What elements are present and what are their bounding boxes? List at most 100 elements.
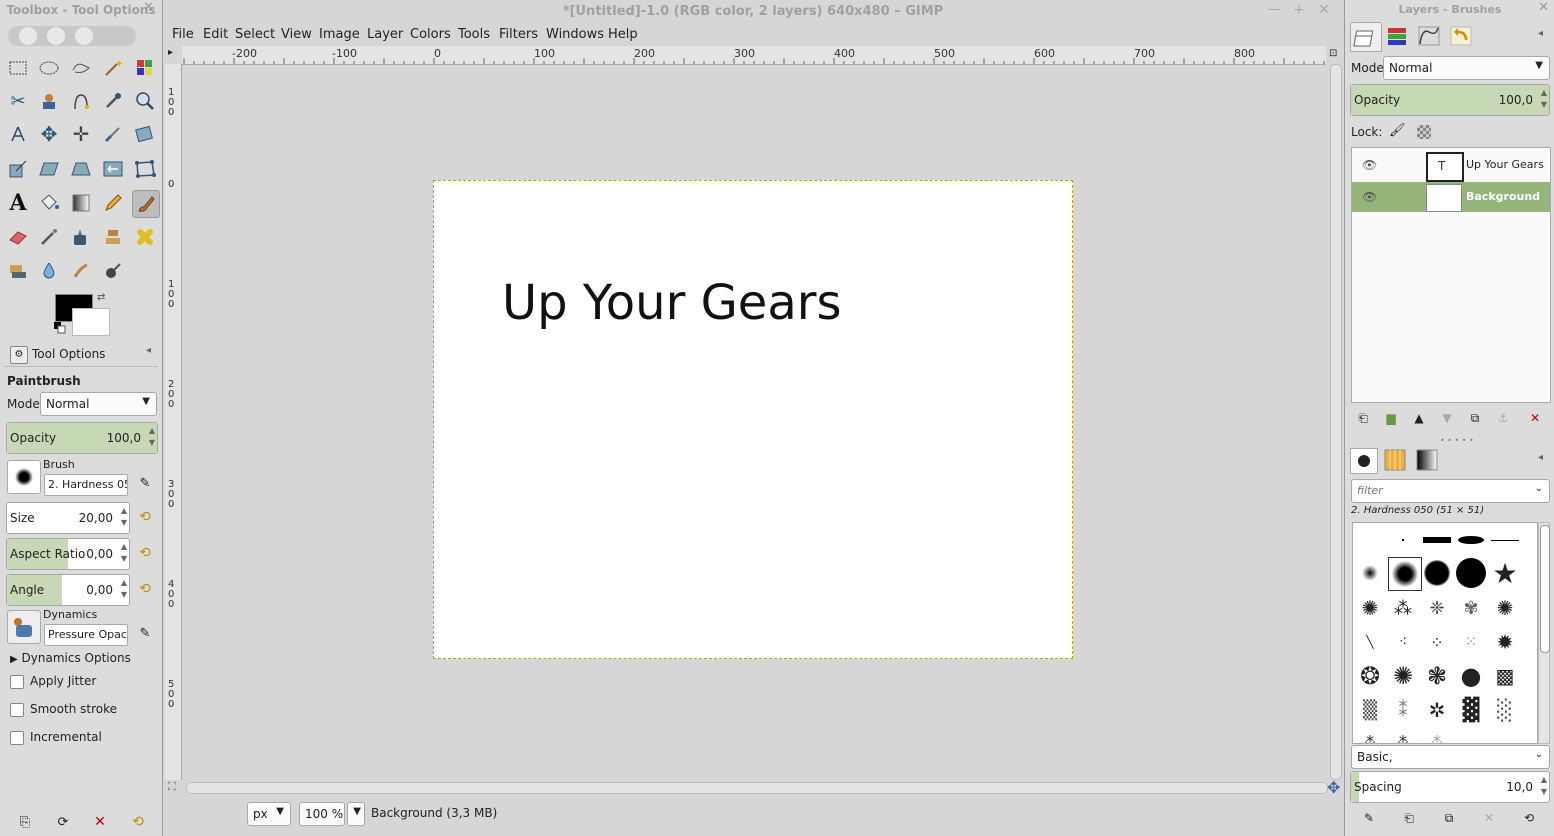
tab-gradients[interactable]: [1414, 448, 1440, 472]
rotate-icon[interactable]: [133, 122, 157, 146]
brush-cell[interactable]: ✾: [1456, 593, 1486, 623]
flip-icon[interactable]: [101, 157, 125, 181]
lower-layer-icon[interactable]: ▼: [1437, 408, 1457, 428]
dynamics-button[interactable]: [7, 610, 41, 644]
pencil-icon[interactable]: [101, 191, 125, 215]
raise-layer-icon[interactable]: ▲: [1409, 408, 1429, 428]
gradient-icon[interactable]: [69, 191, 93, 215]
tool-options-tab[interactable]: ⚙ Tool Options ◂: [4, 342, 158, 367]
menu-tools[interactable]: Tools: [458, 27, 490, 42]
eye-icon[interactable]: 👁: [1362, 190, 1377, 204]
brush-cell[interactable]: ⁂: [1388, 727, 1418, 744]
cage-transform-icon[interactable]: [133, 157, 157, 181]
minimize-icon[interactable]: —: [1268, 2, 1281, 17]
reset-size-icon[interactable]: ⟲: [135, 507, 155, 527]
brush-cell[interactable]: [1388, 525, 1418, 555]
foreground-select-icon[interactable]: [37, 89, 61, 113]
measure-icon[interactable]: [6, 122, 30, 146]
menu-view[interactable]: View: [281, 27, 312, 42]
apply-jitter-checkbox[interactable]: [10, 675, 24, 689]
size-slider[interactable]: Size 20,00 ▲ ▼: [6, 502, 130, 534]
move-icon[interactable]: ✥: [37, 122, 61, 146]
tab-brushes[interactable]: [1350, 448, 1378, 474]
brush-name-field[interactable]: 2. Hardness 050: [44, 474, 128, 496]
layers-mode-select[interactable]: Normal ▼: [1383, 56, 1550, 80]
reset-angle-icon[interactable]: ⟲: [135, 579, 155, 599]
brush-preview-button[interactable]: [7, 460, 41, 494]
rect-select-icon[interactable]: [6, 56, 30, 80]
new-brush-icon[interactable]: ⎗: [1399, 808, 1419, 828]
edit-brush-icon[interactable]: ✎: [135, 473, 155, 493]
brush-cell[interactable]: [1422, 558, 1452, 588]
restore-options-icon[interactable]: ⟳: [53, 812, 73, 832]
angle-slider[interactable]: Angle 0,00 ▲ ▼: [6, 574, 130, 606]
brush-cell[interactable]: ▩: [1490, 661, 1520, 691]
brush-cell[interactable]: ▓: [1456, 695, 1486, 725]
brush-cell[interactable]: ●: [1456, 661, 1486, 691]
text-tool-icon[interactable]: A: [6, 190, 30, 216]
unit-select[interactable]: px ▼: [247, 802, 291, 826]
anchor-icon[interactable]: ⚓: [1493, 408, 1513, 428]
brush-cell[interactable]: ✺: [1355, 593, 1385, 623]
brush-cell[interactable]: ⁂: [1355, 727, 1385, 744]
heal-icon[interactable]: [133, 225, 157, 249]
brush-cell[interactable]: ⁂: [1388, 593, 1418, 623]
clone-icon[interactable]: [101, 225, 125, 249]
mode-select[interactable]: Normal ▼: [40, 392, 157, 416]
swap-colors-icon[interactable]: ⇄: [97, 292, 105, 303]
new-layer-icon[interactable]: ⎗: [1353, 408, 1373, 428]
brush-cell[interactable]: ❃: [1422, 661, 1452, 691]
menu-image[interactable]: Image: [319, 27, 360, 42]
aspect-ratio-slider[interactable]: Aspect Ratio 0,00 ▲ ▼: [6, 538, 130, 570]
brush-cell[interactable]: ░: [1490, 695, 1520, 725]
spin-arrows-icon[interactable]: ▲ ▼: [121, 505, 127, 529]
background-color-swatch[interactable]: [72, 308, 110, 336]
paintbrush-icon[interactable]: [132, 190, 160, 218]
brush-cell[interactable]: ⁙: [1456, 627, 1486, 657]
menu-file[interactable]: File: [172, 27, 194, 42]
maximize-icon[interactable]: +: [1293, 2, 1305, 18]
shear-icon[interactable]: [37, 157, 61, 181]
spin-arrows-icon[interactable]: ▲ ▼: [149, 425, 155, 449]
brush-cell[interactable]: ⁖: [1388, 627, 1418, 657]
close-icon[interactable]: ✕: [1318, 2, 1330, 18]
smooth-stroke-checkbox[interactable]: [10, 703, 24, 717]
menu-filters[interactable]: Filters: [499, 27, 538, 42]
brush-cell[interactable]: ⁘: [1422, 627, 1452, 657]
dock-menu-icon[interactable]: ◂: [1538, 452, 1543, 463]
eraser-icon[interactable]: [6, 225, 30, 249]
crop-icon[interactable]: [101, 122, 125, 146]
close-icon[interactable]: ✕: [143, 0, 154, 15]
brush-tag-combo[interactable]: Basic, ⌄: [1351, 745, 1550, 769]
refresh-brushes-icon[interactable]: ⟲: [1519, 808, 1539, 828]
perspective-clone-icon[interactable]: [6, 259, 30, 283]
brush-cell[interactable]: ✺: [1490, 593, 1520, 623]
brush-spacing-slider[interactable]: Spacing 10,0 ▲ ▼: [1350, 771, 1550, 803]
edit-dynamics-icon[interactable]: ✎: [135, 623, 155, 643]
tab-paths[interactable]: [1414, 22, 1444, 50]
spin-arrows-icon[interactable]: ▲ ▼: [1541, 87, 1547, 111]
tab-undo-history[interactable]: [1446, 22, 1476, 50]
brush-cell[interactable]: ✲: [1422, 695, 1452, 725]
brush-cell[interactable]: ✹: [1490, 627, 1520, 657]
perspective-icon[interactable]: [69, 157, 93, 181]
image-canvas[interactable]: Up Your Gears: [433, 180, 1073, 659]
scale-icon[interactable]: [6, 157, 30, 181]
brush-cell[interactable]: ⁑: [1388, 695, 1418, 725]
brush-cell[interactable]: [1456, 525, 1486, 555]
brush-filter-combo[interactable]: ⌄: [1351, 479, 1550, 503]
layer-row-background[interactable]: 👁 Background: [1352, 182, 1550, 212]
brush-cell[interactable]: [1422, 525, 1452, 555]
dynamics-options-expander[interactable]: ▶ Dynamics Options: [10, 651, 131, 665]
airbrush-icon[interactable]: [37, 225, 61, 249]
brush-cell[interactable]: [1490, 525, 1520, 555]
smudge-icon[interactable]: [69, 259, 93, 283]
save-options-icon[interactable]: ⎘: [15, 812, 35, 832]
close-icon[interactable]: ✕: [1538, 0, 1549, 15]
brush-cell[interactable]: ▒: [1355, 695, 1385, 725]
dock-menu-icon[interactable]: ◂: [1538, 28, 1543, 39]
color-picker-icon[interactable]: [101, 89, 125, 113]
reset-options-icon[interactable]: ⟲: [128, 812, 148, 832]
delete-options-icon[interactable]: ✕: [90, 812, 110, 832]
brush-cell[interactable]: ╲: [1355, 627, 1385, 657]
